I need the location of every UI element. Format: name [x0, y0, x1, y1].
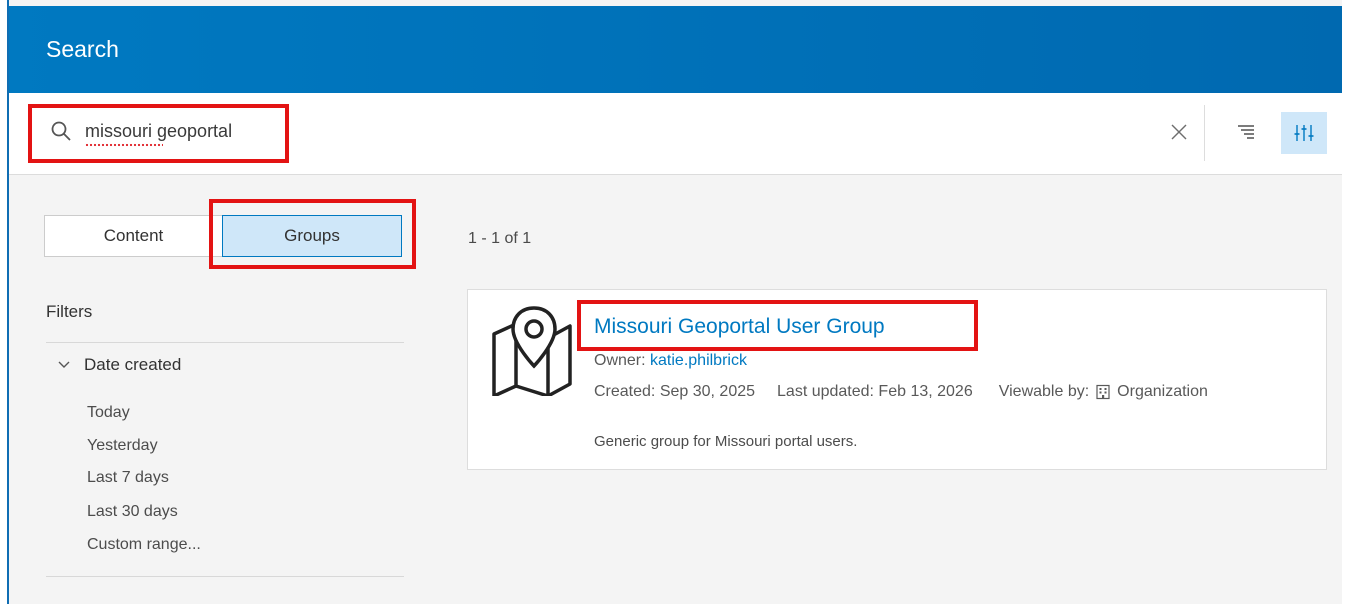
date-created-label: Date created — [84, 355, 182, 374]
filter-option-yesterday[interactable]: Yesterday — [87, 437, 158, 455]
search-input[interactable] — [85, 117, 465, 145]
filter-option-custom-range[interactable]: Custom range... — [87, 536, 201, 554]
created-date: Created: Sep 30, 2025 — [594, 383, 756, 400]
owner-link[interactable]: katie.philbrick — [650, 352, 747, 369]
close-icon[interactable] — [1168, 121, 1190, 143]
group-meta: Created: Sep 30, 2025 Last updated: Feb … — [594, 383, 1208, 401]
page-title: Search — [46, 36, 119, 62]
chevron-down-icon — [58, 361, 70, 368]
filter-toggle-button[interactable] — [1281, 112, 1327, 154]
search-icon — [51, 121, 71, 141]
building-icon — [1096, 384, 1110, 400]
owner-label: Owner: — [594, 352, 646, 369]
tab-content[interactable]: Content — [44, 215, 222, 257]
search-header: Search — [9, 6, 1342, 93]
group-owner: Owner: katie.philbrick — [594, 352, 747, 370]
filters-heading: Filters — [46, 302, 93, 321]
toolbar-divider — [1204, 105, 1205, 161]
viewable-value: Organization — [1117, 383, 1208, 400]
search-bar — [9, 93, 1342, 175]
filter-option-last-30-days[interactable]: Last 30 days — [87, 503, 178, 521]
sliders-icon — [1294, 125, 1314, 141]
filters-divider-top — [46, 342, 404, 343]
filter-option-today[interactable]: Today — [87, 404, 130, 422]
filter-option-last-7-days[interactable]: Last 7 days — [87, 469, 169, 487]
viewable-label: Viewable by: — [998, 383, 1090, 400]
group-result-card: Missouri Geoportal User Group Owner: kat… — [467, 289, 1327, 470]
map-pin-icon — [492, 306, 572, 396]
sort-icon[interactable] — [1235, 121, 1257, 143]
tab-groups[interactable]: Groups — [222, 215, 402, 257]
window-right-margin — [1342, 0, 1354, 604]
filters-divider-bottom — [46, 576, 404, 577]
updated-date: Last updated: Feb 13, 2026 — [777, 383, 973, 400]
spellcheck-underline — [85, 143, 163, 147]
result-count: 1 - 1 of 1 — [468, 230, 532, 247]
date-created-toggle[interactable]: Date created — [58, 355, 181, 375]
group-description: Generic group for Missouri portal users. — [594, 433, 858, 450]
group-title-link[interactable]: Missouri Geoportal User Group — [594, 315, 885, 339]
